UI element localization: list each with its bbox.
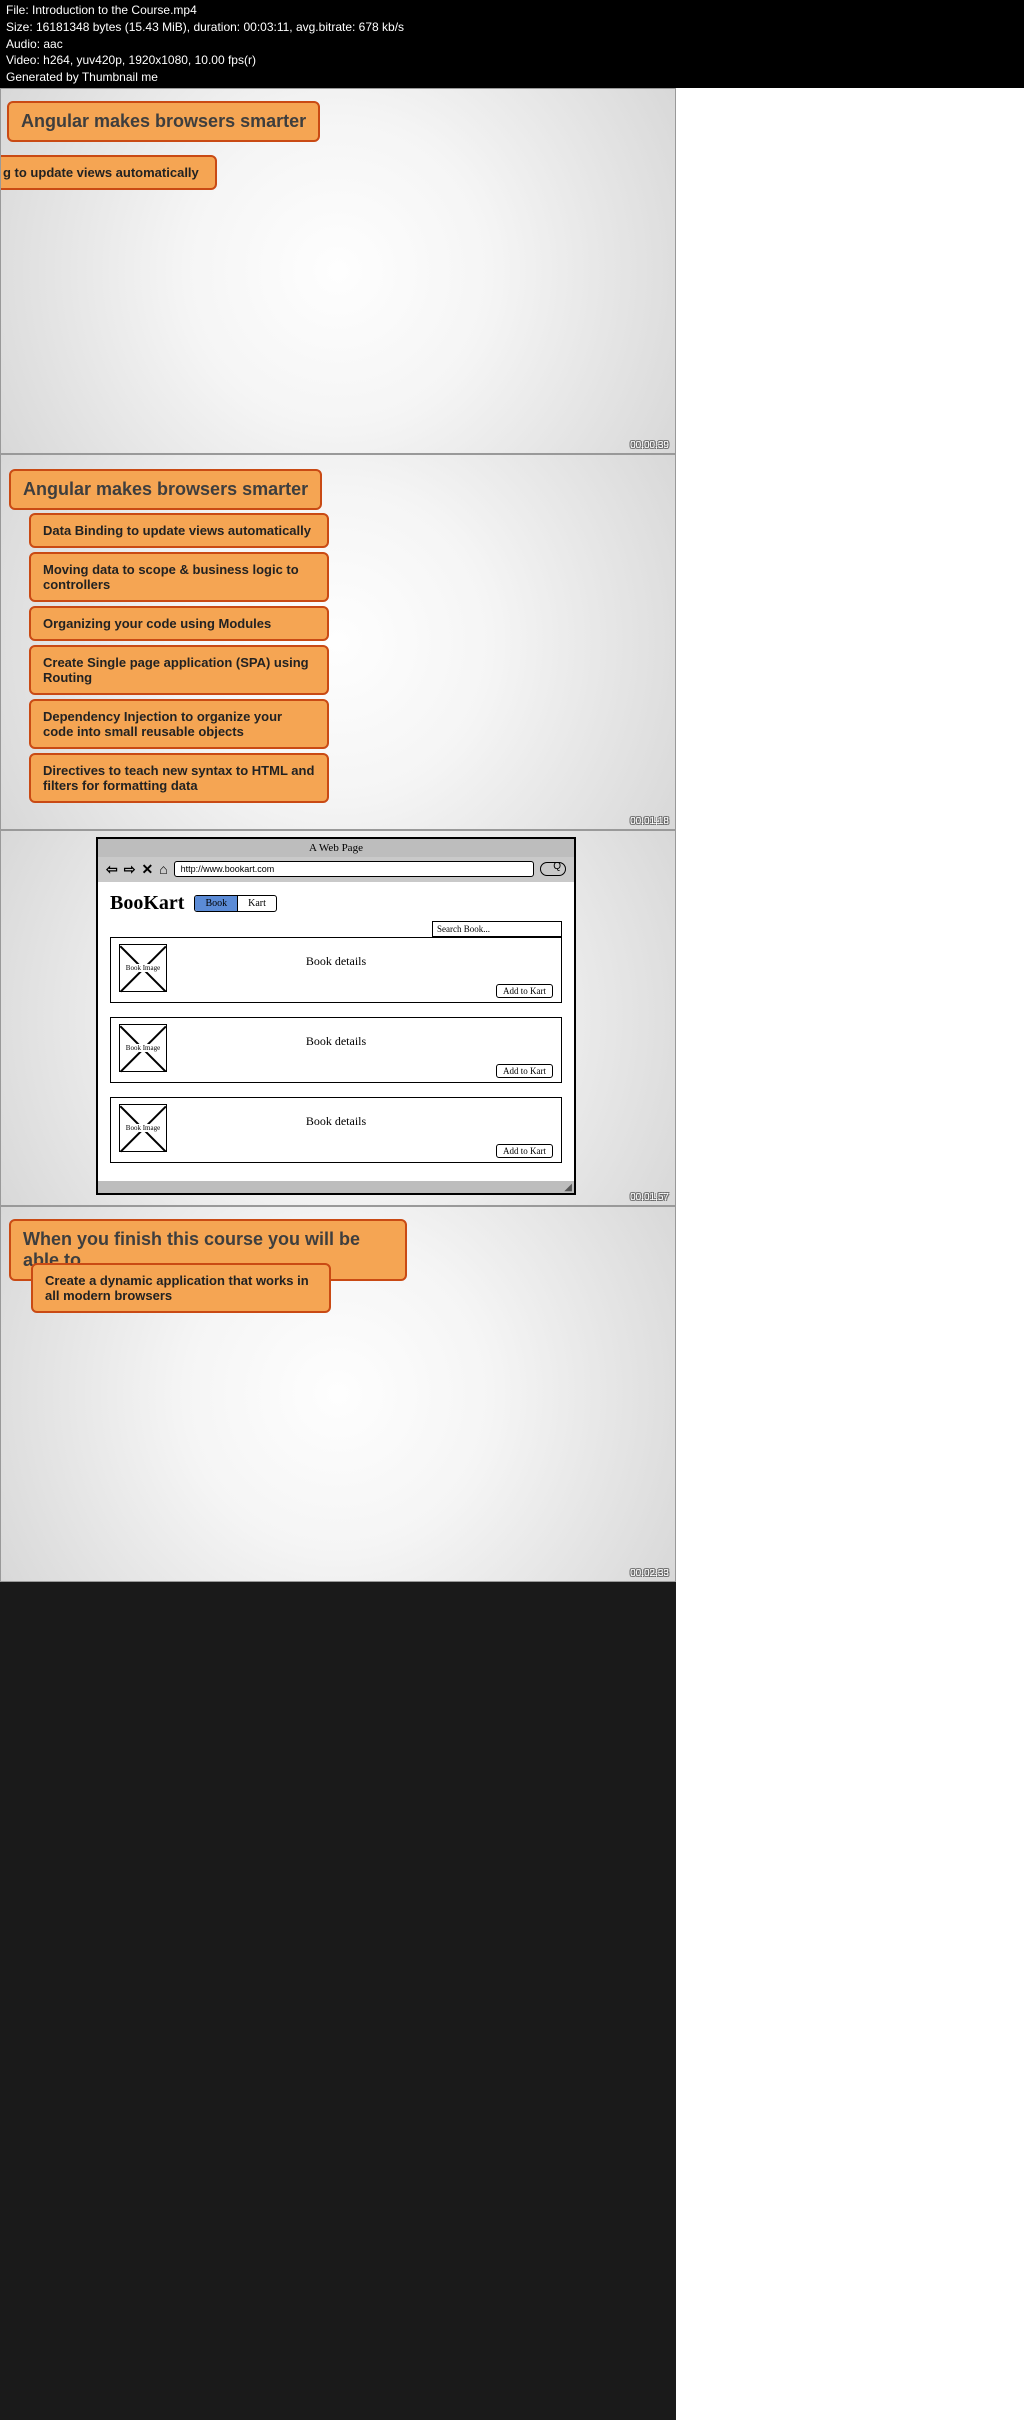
wireframe-titlebar: A Web Page: [98, 839, 574, 857]
book-details: Book details: [119, 1104, 553, 1129]
book-item: Book Image Book details Add to Kart: [110, 1097, 562, 1163]
slide-bullet: Dependency Injection to organize your co…: [29, 699, 329, 749]
video-line: Video: h264, yuv420p, 1920x1080, 10.00 f…: [6, 52, 1018, 69]
book-image-placeholder: Book Image: [119, 944, 167, 992]
timestamp: 00:00:39: [630, 440, 669, 451]
slide-bullet: Create a dynamic application that works …: [31, 1263, 331, 1313]
slide-bullet: Moving data to scope & business logic to…: [29, 552, 329, 602]
slide-bullet: Organizing your code using Modules: [29, 606, 329, 641]
book-details: Book details: [119, 1024, 553, 1049]
thumbnail-2: Angular makes browsers smarter Data Bind…: [0, 454, 676, 830]
forward-icon: ⇨: [124, 861, 136, 878]
file-line: File: Introduction to the Course.mp4: [6, 2, 1018, 19]
timestamp: 00:02:33: [630, 1568, 669, 1579]
timestamp: 00:01:57: [630, 1192, 669, 1203]
size-line: Size: 16181348 bytes (15.43 MiB), durati…: [6, 19, 1018, 36]
thumbnail-4: When you finish this course you will be …: [0, 1206, 676, 1582]
generated-line: Generated by Thumbnail me: [6, 69, 1018, 86]
book-item: Book Image Book details Add to Kart: [110, 1017, 562, 1083]
add-to-kart-button: Add to Kart: [496, 1064, 553, 1078]
slide-title: Angular makes browsers smarter: [9, 469, 322, 510]
book-image-placeholder: Book Image: [119, 1024, 167, 1072]
home-icon: ⌂: [159, 861, 167, 877]
thumbnail-1: Angular makes browsers smarter g to upda…: [0, 88, 676, 454]
slide-title: Angular makes browsers smarter: [7, 101, 320, 142]
add-to-kart-button: Add to Kart: [496, 984, 553, 998]
resize-handle-icon: ◢: [564, 1182, 572, 1193]
tab-book: Book: [195, 896, 237, 911]
close-icon: ✕: [141, 861, 153, 878]
video-metadata-header: File: Introduction to the Course.mp4 Siz…: [0, 0, 1024, 88]
book-item: Book Image Book details Add to Kart: [110, 937, 562, 1003]
slide-bullet: Data Binding to update views automatical…: [29, 513, 329, 548]
slide-bullet: Create Single page application (SPA) usi…: [29, 645, 329, 695]
slide-bullet: Directives to teach new syntax to HTML a…: [29, 753, 329, 803]
timestamp: 00:01:18: [630, 816, 669, 827]
wireframe-browser: A Web Page ⇦ ⇨ ✕ ⌂ http://www.bookart.co…: [96, 837, 576, 1195]
wireframe-footer: ◢: [98, 1181, 574, 1193]
wireframe-logo: BooKart: [110, 892, 184, 915]
wireframe-tabs: Book Kart: [194, 895, 276, 912]
url-bar: http://www.bookart.com: [174, 861, 534, 877]
add-to-kart-button: Add to Kart: [496, 1144, 553, 1158]
back-icon: ⇦: [106, 861, 118, 878]
wireframe-body: BooKart Book Kart Search Book... Book Im…: [98, 882, 574, 1173]
slide-bullet: g to update views automatically: [0, 155, 217, 190]
book-image-placeholder: Book Image: [119, 1104, 167, 1152]
search-icon: Q: [540, 862, 566, 876]
book-details: Book details: [119, 944, 553, 969]
slide-bullets: Data Binding to update views automatical…: [29, 513, 329, 803]
audio-line: Audio: aac: [6, 36, 1018, 53]
tab-kart: Kart: [237, 896, 276, 911]
thumbnail-3: A Web Page ⇦ ⇨ ✕ ⌂ http://www.bookart.co…: [0, 830, 676, 1206]
wireframe-toolbar: ⇦ ⇨ ✕ ⌂ http://www.bookart.com Q: [98, 857, 574, 882]
blank-area: [0, 1582, 676, 2420]
search-input: Search Book...: [432, 921, 562, 937]
